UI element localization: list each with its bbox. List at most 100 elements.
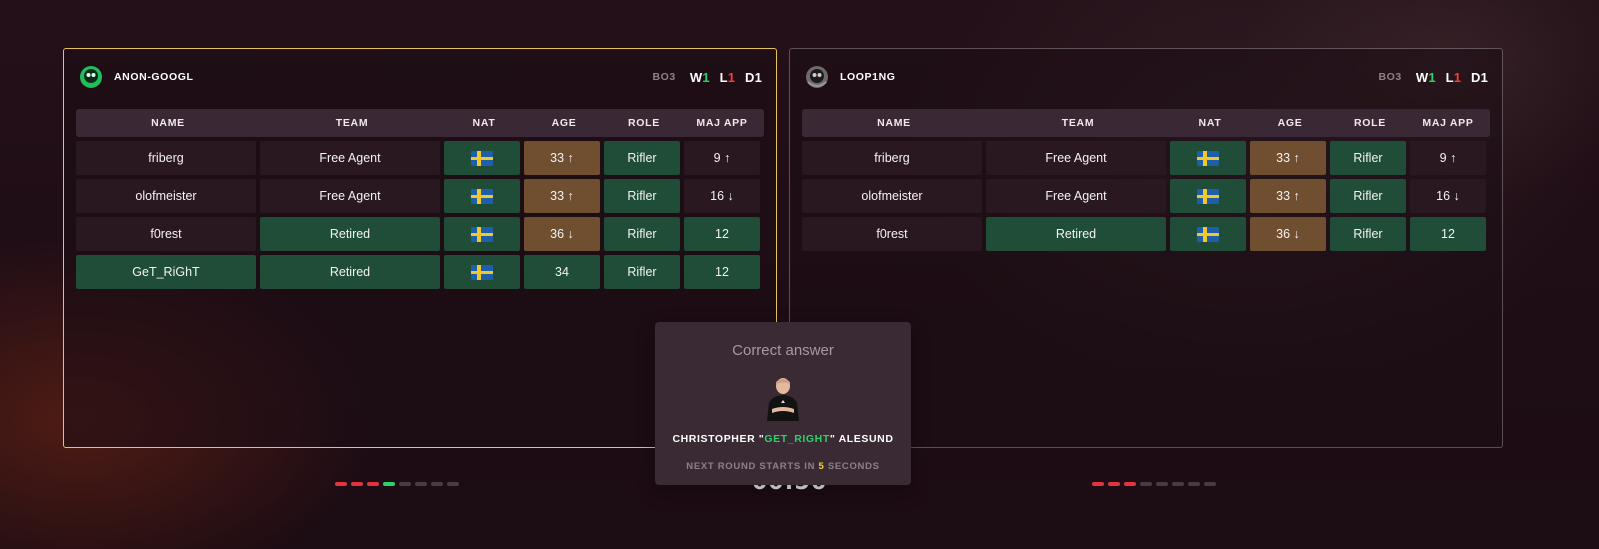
team-logo-looping-icon: [804, 64, 830, 90]
round-segment: [1172, 482, 1184, 486]
cell-age: 36 ↓: [1250, 217, 1326, 251]
table-header: NAME TEAM NAT AGE ROLE MAJ APP: [76, 109, 764, 137]
col-name: NAME: [151, 117, 185, 129]
cell-nat: [444, 255, 520, 289]
sweden-flag-icon: [471, 150, 493, 166]
table-header: NAME TEAM NAT AGE ROLE MAJ APP: [802, 109, 1490, 137]
col-team: TEAM: [1061, 117, 1095, 129]
round-segment: [399, 482, 411, 486]
table-row: friberg Free Agent 33 ↑ Rifler 9 ↑: [802, 141, 1490, 175]
cell-team: Retired: [260, 217, 440, 251]
sweden-flag-icon: [1197, 226, 1219, 242]
table-row: f0rest Retired 36 ↓ Rifler 12: [802, 217, 1490, 251]
cell-nat: [1170, 141, 1246, 175]
cell-maj-app: 16 ↓: [684, 179, 760, 213]
sweden-flag-icon: [471, 264, 493, 280]
round-segment: [335, 482, 347, 486]
player-table: NAME TEAM NAT AGE ROLE MAJ APP friberg F…: [802, 109, 1490, 251]
col-maj-app: MAJ APP: [696, 117, 748, 129]
team-logo-anon-icon: [78, 64, 104, 90]
round-segment: [1204, 482, 1216, 486]
round-segment: [447, 482, 459, 486]
col-team: TEAM: [335, 117, 369, 129]
round-segment: [383, 482, 395, 486]
cell-team: Free Agent: [260, 179, 440, 213]
col-age: AGE: [551, 117, 577, 129]
cell-team: Free Agent: [260, 141, 440, 175]
panel-header: LOOP1NG BO3 W1 L1 D1: [804, 63, 1488, 91]
cell-maj-app: 12: [684, 217, 760, 251]
next-round-countdown: NEXT ROUND STARTS IN 5 SECONDS: [686, 461, 880, 472]
match-format: BO3: [1378, 71, 1402, 83]
col-name: NAME: [877, 117, 911, 129]
cell-age: 34: [524, 255, 600, 289]
col-role: ROLE: [628, 117, 660, 129]
round-progress-right: [1092, 482, 1220, 486]
player-table: NAME TEAM NAT AGE ROLE MAJ APP friberg F…: [76, 109, 764, 289]
cell-name: olofmeister: [76, 179, 256, 213]
sweden-flag-icon: [471, 188, 493, 204]
table-row: GeT_RiGhT Retired 34 Rifler 12: [76, 255, 764, 289]
cell-nat: [444, 141, 520, 175]
cell-nat: [1170, 217, 1246, 251]
round-segment: [367, 482, 379, 486]
col-nat: NAT: [472, 117, 496, 129]
round-segment: [1188, 482, 1200, 486]
cell-name: f0rest: [802, 217, 982, 251]
cell-team: Retired: [986, 217, 1166, 251]
match-format: BO3: [652, 71, 676, 83]
cell-role: Rifler: [604, 141, 680, 175]
table-row: olofmeister Free Agent 33 ↑ Rifler 16 ↓: [802, 179, 1490, 213]
table-row: f0rest Retired 36 ↓ Rifler 12: [76, 217, 764, 251]
cell-maj-app: 9 ↑: [1410, 141, 1486, 175]
table-row: friberg Free Agent 33 ↑ Rifler 9 ↑: [76, 141, 764, 175]
cell-nat: [444, 217, 520, 251]
cell-age: 33 ↑: [524, 141, 600, 175]
col-age: AGE: [1277, 117, 1303, 129]
col-maj-app: MAJ APP: [1422, 117, 1474, 129]
correct-answer-modal: Correct answer CHRISTOPHER "GET_RIGHT" A…: [655, 322, 911, 485]
cell-team: Free Agent: [986, 179, 1166, 213]
cell-nat: [1170, 179, 1246, 213]
cell-team: Retired: [260, 255, 440, 289]
col-role: ROLE: [1354, 117, 1386, 129]
cell-role: Rifler: [604, 255, 680, 289]
round-progress-left: [335, 482, 463, 486]
cell-role: Rifler: [604, 217, 680, 251]
sweden-flag-icon: [1197, 150, 1219, 166]
cell-role: Rifler: [1330, 141, 1406, 175]
round-segment: [1140, 482, 1152, 486]
round-segment: [431, 482, 443, 486]
team-name: LOOP1NG: [840, 71, 896, 83]
match-record: W1 L1 D1: [1415, 69, 1488, 85]
cell-team: Free Agent: [986, 141, 1166, 175]
sweden-flag-icon: [471, 226, 493, 242]
round-segment: [351, 482, 363, 486]
cell-maj-app: 12: [1410, 217, 1486, 251]
match-record: W1 L1 D1: [689, 69, 762, 85]
round-segment: [1156, 482, 1168, 486]
panel-header: ANON-GOOGL BO3 W1 L1 D1: [78, 63, 762, 91]
cell-role: Rifler: [1330, 179, 1406, 213]
team-name: ANON-GOOGL: [114, 71, 194, 83]
cell-age: 33 ↑: [1250, 141, 1326, 175]
cell-name: friberg: [802, 141, 982, 175]
modal-title: Correct answer: [732, 342, 834, 359]
player-full-name: CHRISTOPHER "GET_RIGHT" ALESUND: [672, 433, 894, 445]
cell-name: olofmeister: [802, 179, 982, 213]
cell-nat: [444, 179, 520, 213]
round-segment: [415, 482, 427, 486]
cell-name: f0rest: [76, 217, 256, 251]
sweden-flag-icon: [1197, 188, 1219, 204]
cell-age: 33 ↑: [524, 179, 600, 213]
cell-age: 36 ↓: [524, 217, 600, 251]
round-segment: [1092, 482, 1104, 486]
table-row: olofmeister Free Agent 33 ↑ Rifler 16 ↓: [76, 179, 764, 213]
round-segment: [1124, 482, 1136, 486]
cell-maj-app: 9 ↑: [684, 141, 760, 175]
player-avatar: [764, 373, 802, 421]
cell-name: friberg: [76, 141, 256, 175]
cell-name: GeT_RiGhT: [76, 255, 256, 289]
cell-role: Rifler: [1330, 217, 1406, 251]
cell-age: 33 ↑: [1250, 179, 1326, 213]
